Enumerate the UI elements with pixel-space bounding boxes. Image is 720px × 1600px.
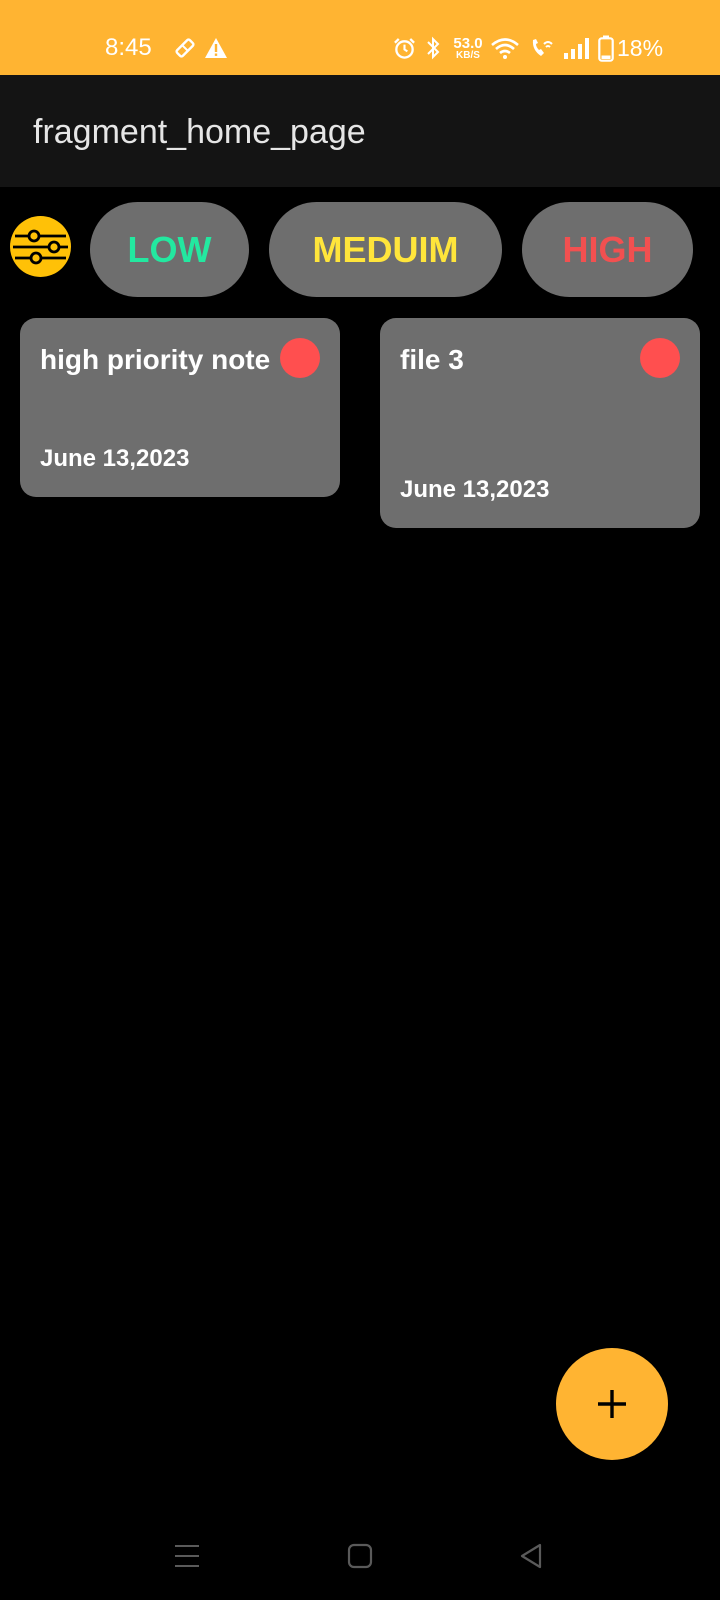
menu-icon bbox=[174, 1543, 200, 1569]
note-date: June 13,2023 bbox=[40, 445, 190, 472]
status-time: 8:45 bbox=[105, 34, 152, 61]
filter-low-button[interactable]: LOW bbox=[90, 202, 249, 297]
alarm-icon bbox=[392, 36, 416, 60]
priority-dot bbox=[640, 338, 680, 378]
battery-icon bbox=[597, 34, 615, 62]
filter-high-button[interactable]: HIGH bbox=[522, 202, 693, 297]
back-icon bbox=[518, 1543, 544, 1569]
net-speed-unit: KB/S bbox=[456, 50, 480, 61]
battery-percent: 18% bbox=[617, 35, 664, 61]
nav-menu-button[interactable] bbox=[167, 1536, 207, 1576]
note-date: June 13,2023 bbox=[400, 476, 550, 503]
status-bar: 8:45 53.0 KB/S 18% bbox=[0, 0, 720, 75]
wifi-icon bbox=[490, 36, 520, 60]
notification-icon bbox=[173, 36, 197, 60]
net-speed-value: 53.0 bbox=[453, 35, 483, 52]
warning-icon bbox=[203, 36, 229, 60]
priority-dot bbox=[280, 338, 320, 378]
page-title: fragment_home_page bbox=[33, 113, 366, 151]
net-speed: 53.0 KB/S bbox=[448, 36, 488, 61]
note-card[interactable]: high priority note June 13,2023 bbox=[20, 318, 340, 497]
filter-medium-button[interactable]: MEDUIM bbox=[269, 202, 502, 297]
note-title: high priority note bbox=[40, 344, 271, 375]
nav-home-button[interactable] bbox=[340, 1536, 380, 1576]
bluetooth-icon bbox=[424, 35, 442, 61]
note-title: file 3 bbox=[400, 344, 464, 375]
nav-back-button[interactable] bbox=[511, 1536, 551, 1576]
wifi-calling-icon bbox=[528, 35, 556, 61]
app-bar: fragment_home_page bbox=[0, 75, 720, 187]
home-icon bbox=[347, 1543, 373, 1569]
signal-icon bbox=[562, 36, 592, 60]
plus-icon bbox=[595, 1387, 629, 1421]
add-note-button[interactable] bbox=[556, 1348, 668, 1460]
note-card[interactable]: file 3 June 13,2023 bbox=[380, 318, 700, 528]
filter-sliders-icon[interactable] bbox=[10, 216, 71, 277]
